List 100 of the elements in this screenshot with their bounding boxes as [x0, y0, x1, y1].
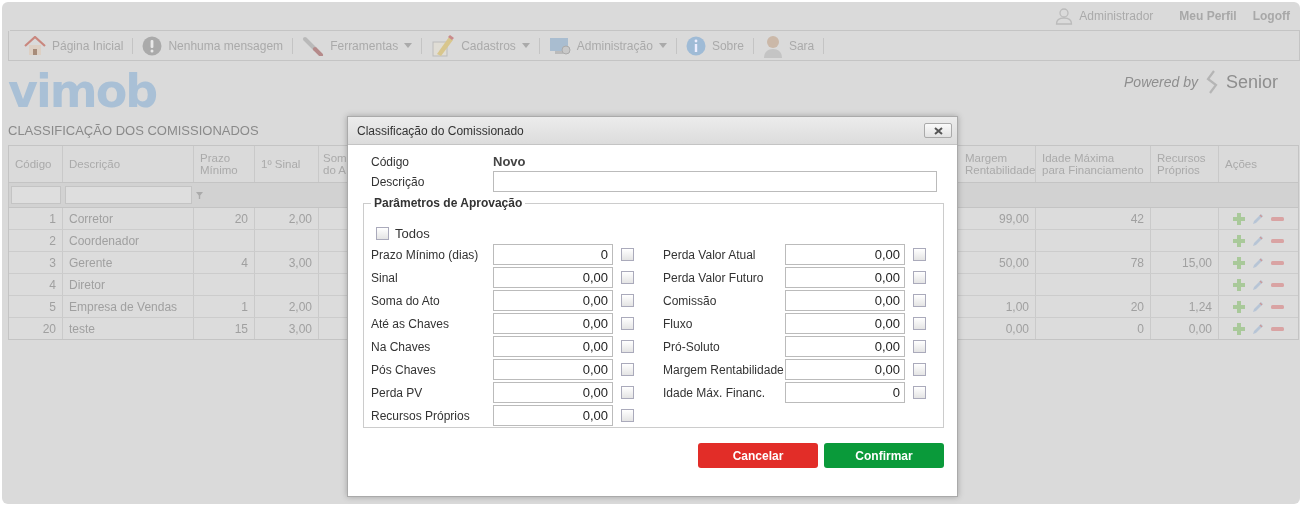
checkbox[interactable] [621, 317, 634, 330]
table-cell: 1 [9, 208, 63, 229]
table-cell: 50,00 [959, 252, 1036, 273]
table-cell: 0,00 [959, 318, 1036, 339]
filter-field[interactable] [11, 186, 61, 204]
number-field[interactable]: 0,00 [785, 359, 905, 380]
close-button[interactable] [924, 123, 952, 138]
number-field[interactable]: 0,00 [493, 290, 613, 311]
add-icon[interactable] [1233, 234, 1245, 247]
house-icon [24, 35, 46, 56]
table-cell: 15,00 [1151, 252, 1219, 273]
table-cell: teste [63, 318, 194, 339]
brand-icon [1205, 70, 1218, 94]
remove-icon[interactable] [1271, 304, 1284, 309]
pencil-paper-icon [431, 33, 456, 58]
number-field[interactable]: 0,00 [785, 267, 905, 288]
table-cell: 20 [1036, 296, 1151, 317]
checkbox[interactable] [913, 294, 926, 307]
code-value: Novo [493, 154, 526, 169]
field-label: Recursos Próprios [371, 408, 471, 423]
filter-field[interactable] [65, 186, 192, 204]
field-label: Soma do Ato [371, 293, 441, 308]
edit-icon[interactable] [1252, 256, 1264, 269]
field-label: Perda Valor Atual [663, 247, 757, 262]
add-icon[interactable] [1233, 322, 1245, 335]
checkbox[interactable] [376, 227, 389, 240]
powered-by-text: Powered by [1124, 74, 1198, 90]
checkbox[interactable] [621, 248, 634, 261]
field-label: Descrição [370, 174, 426, 189]
remove-icon[interactable] [1271, 326, 1284, 331]
group-title: Parâmetros de Aprovação [373, 196, 524, 210]
table-cell: 2 [9, 230, 63, 251]
close-icon [933, 126, 943, 135]
edit-icon[interactable] [1252, 278, 1264, 291]
number-field[interactable]: 0,00 [785, 313, 905, 334]
number-field[interactable]: 0,00 [785, 290, 905, 311]
checkbox[interactable] [621, 386, 634, 399]
field-label: Pós Chaves [371, 362, 437, 377]
checkbox[interactable] [913, 248, 926, 261]
number-field[interactable]: 0,00 [785, 336, 905, 357]
remove-icon[interactable] [1271, 238, 1284, 243]
checkbox[interactable] [621, 294, 634, 307]
edit-icon[interactable] [1252, 300, 1264, 313]
field-label: Pró-Soluto [663, 339, 721, 354]
field-label: Perda Valor Futuro [663, 270, 765, 285]
monitor-gear-icon [548, 35, 571, 56]
checkbox[interactable] [913, 340, 926, 353]
checkbox[interactable] [621, 363, 634, 376]
description-field[interactable] [493, 171, 937, 192]
table-cell: 2,00 [255, 208, 319, 229]
number-field[interactable]: 0 [493, 244, 613, 265]
table-cell: 42 [1036, 208, 1151, 229]
field-label: Prazo Mínimo (dias) [371, 247, 480, 262]
number-field[interactable]: 0,00 [785, 244, 905, 265]
field-label: Comissão [663, 293, 718, 308]
table-cell: 99,00 [959, 208, 1036, 229]
add-icon[interactable] [1233, 300, 1245, 313]
number-field[interactable]: 0,00 [493, 313, 613, 334]
dialog-title: Classificação do Comissionado [357, 123, 524, 138]
checkbox[interactable] [621, 409, 634, 422]
number-field[interactable]: 0,00 [493, 267, 613, 288]
confirm-button[interactable]: Confirmar [824, 443, 944, 468]
remove-icon[interactable] [1271, 216, 1284, 221]
field-label: Código [370, 154, 411, 169]
edit-icon[interactable] [1252, 234, 1264, 247]
table-cell: 5 [9, 296, 63, 317]
table-cell: 0 [1036, 318, 1151, 339]
user-icon [1055, 7, 1074, 25]
checkbox[interactable] [621, 340, 634, 353]
table-cell: 1,00 [959, 296, 1036, 317]
edit-icon[interactable] [1252, 212, 1264, 225]
add-icon[interactable] [1233, 212, 1245, 225]
wrench-icon [302, 35, 325, 56]
remove-icon[interactable] [1271, 260, 1284, 265]
filter-icon[interactable] [196, 191, 203, 199]
remove-icon[interactable] [1271, 282, 1284, 287]
table-cell: Coordenador [63, 230, 194, 251]
checkbox[interactable] [913, 271, 926, 284]
number-field[interactable]: 0,00 [493, 382, 613, 403]
checkbox[interactable] [621, 271, 634, 284]
field-label: Idade Máx. Financ. [663, 385, 767, 400]
page-title: CLASSIFICAÇÃO DOS COMISSIONADOS [8, 123, 259, 138]
table-cell: 78 [1036, 252, 1151, 273]
number-field[interactable]: 0 [785, 382, 905, 403]
number-field[interactable]: 0,00 [493, 359, 613, 380]
field-label: Até as Chaves [371, 316, 451, 331]
field-label: Sinal [371, 270, 399, 285]
checkbox[interactable] [913, 363, 926, 376]
table-cell: 3,00 [255, 252, 319, 273]
add-icon[interactable] [1233, 256, 1245, 269]
number-field[interactable]: 0,00 [493, 336, 613, 357]
checkbox[interactable] [913, 317, 926, 330]
number-field[interactable]: 0,00 [493, 405, 613, 426]
edit-icon[interactable] [1252, 322, 1264, 335]
table-cell: Diretor [63, 274, 194, 295]
cancel-button[interactable]: Cancelar [698, 443, 818, 468]
field-label: Fluxo [663, 316, 694, 331]
add-icon[interactable] [1233, 278, 1245, 291]
checkbox[interactable] [913, 386, 926, 399]
table-cell: Gerente [63, 252, 194, 273]
